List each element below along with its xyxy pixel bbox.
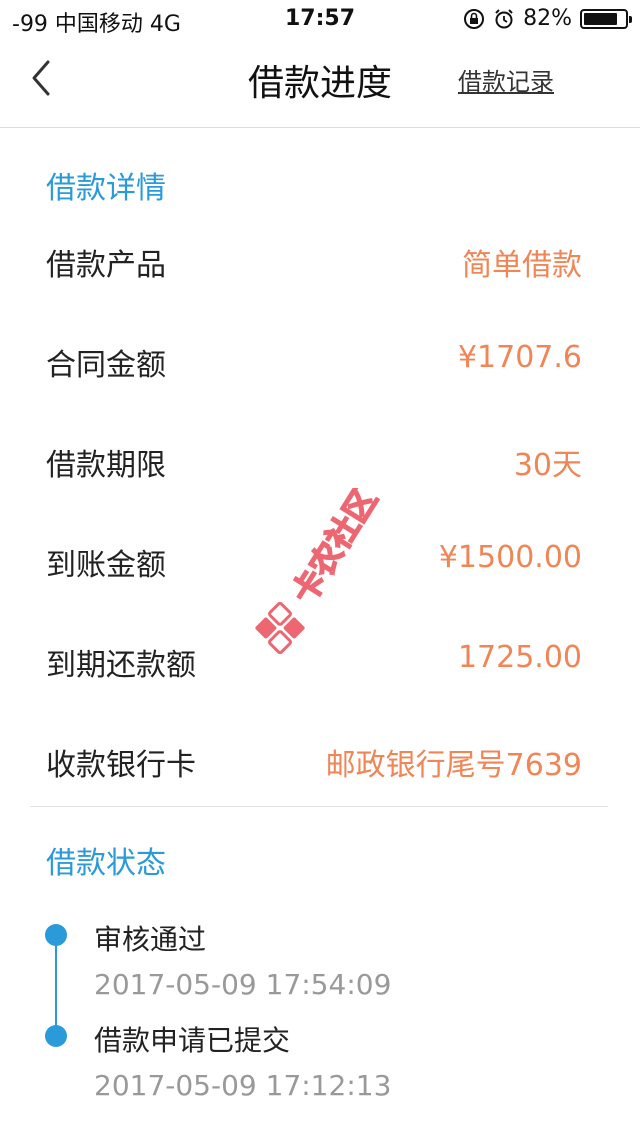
status-icons: 82% [463,6,632,31]
detail-row-received-amount: 到账金额 ¥1500.00 [46,540,582,640]
detail-value: 30天 [513,448,582,483]
detail-row-bank-card: 收款银行卡 邮政银行尾号7639 [46,740,582,840]
timeline-dot [45,1025,67,1047]
detail-value: 1725.00 [457,640,582,675]
timeline-step-time: 2017-05-09 17:54:09 [94,968,392,1001]
timeline-line [55,935,57,1037]
alarm-icon [495,8,513,28]
detail-row-product: 借款产品 简单借款 [46,240,582,340]
battery-percent: 82% [523,6,572,31]
timeline-dot [45,924,67,946]
detail-value: ¥1707.6 [457,340,582,375]
loan-record-link[interactable]: 借款记录 [458,62,554,97]
detail-row-term: 借款期限 30天 [46,440,582,540]
detail-value: ¥1500.00 [438,540,582,575]
timeline-step-title: 借款申请已提交 [94,1024,291,1057]
rotation-lock-icon [464,8,485,29]
detail-label: 收款银行卡 [46,748,196,783]
detail-value: 简单借款 [462,248,582,283]
detail-label: 合同金额 [46,348,166,383]
nav-bar: 借款进度 借款记录 [0,40,640,128]
loan-status-heading: 借款状态 [46,846,166,881]
detail-label: 借款产品 [46,248,166,283]
detail-label: 到期还款额 [46,648,196,683]
battery-icon [580,8,632,29]
loan-details-heading: 借款详情 [46,171,166,206]
detail-label: 借款期限 [46,448,166,483]
detail-row-contract-amount: 合同金额 ¥1707.6 [46,340,582,440]
detail-row-repayment-amount: 到期还款额 1725.00 [46,640,582,740]
detail-label: 到账金额 [46,548,166,583]
detail-value: 邮政银行尾号7639 [325,748,582,783]
battery-level [584,12,617,25]
timeline-step-title: 审核通过 [94,923,207,956]
status-bar: -99 中国移动 4G 17:57 82% [0,0,640,40]
timeline-step-time: 2017-05-09 17:12:13 [94,1069,392,1102]
section-divider [30,806,608,807]
